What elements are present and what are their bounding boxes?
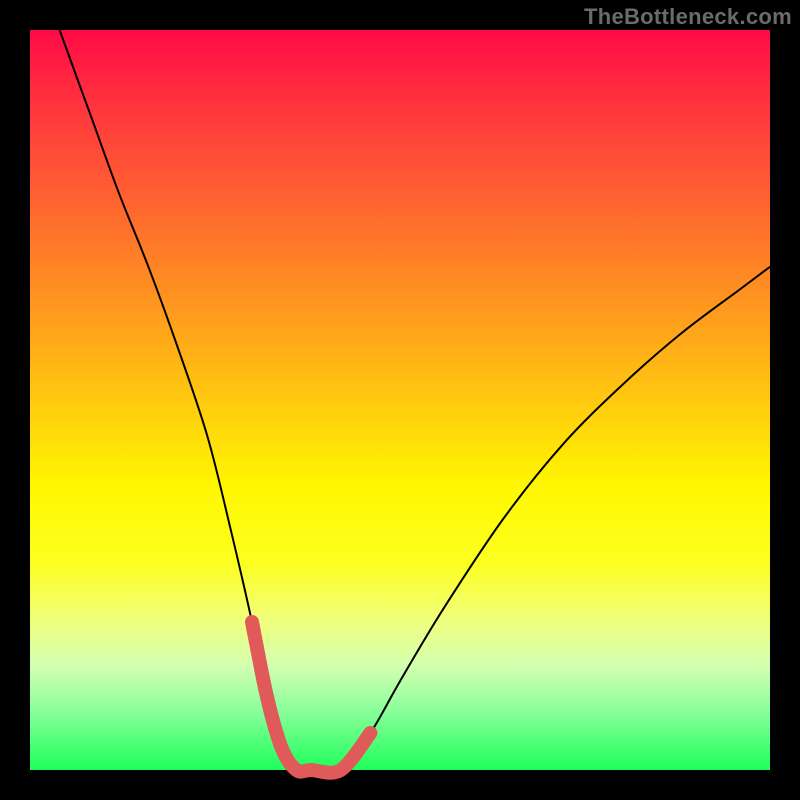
curve-svg: [30, 30, 770, 770]
bottleneck-curve: [60, 30, 770, 773]
watermark-text: TheBottleneck.com: [584, 4, 792, 30]
chart-frame: TheBottleneck.com: [0, 0, 800, 800]
plot-area: [30, 30, 770, 770]
optimal-range-overlay: [252, 622, 370, 773]
